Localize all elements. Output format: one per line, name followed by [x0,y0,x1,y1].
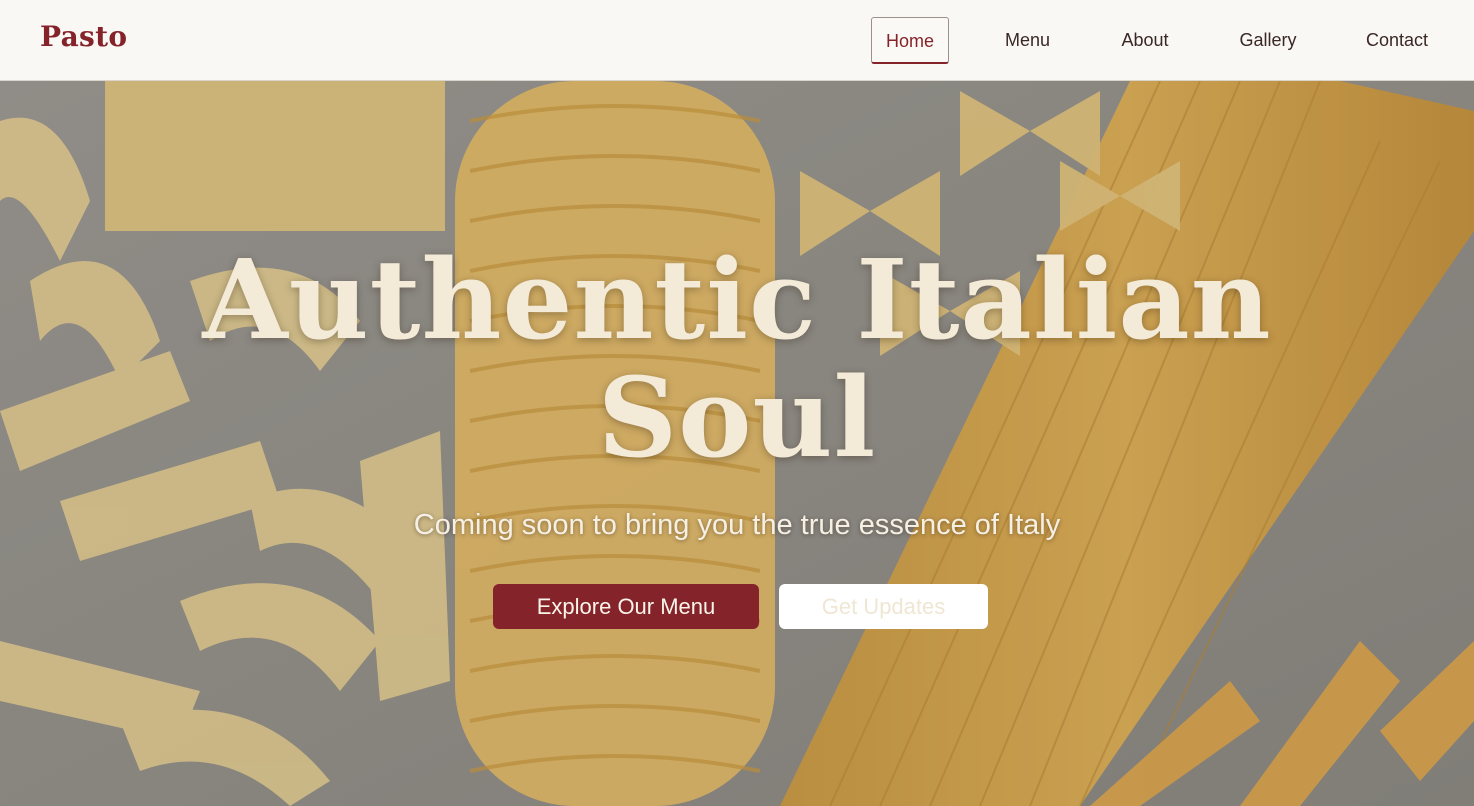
hero-section: Authentic Italian Soul Coming soon to br… [0,81,1474,806]
main-nav: Home Menu About Gallery Contact [0,0,1474,81]
hero-subtitle: Coming soon to bring you the true essenc… [413,509,1061,541]
nav-item-menu[interactable]: Menu [995,17,1060,64]
hero-title: Authentic Italian Soul [0,241,1474,477]
nav-item-gallery[interactable]: Gallery [1230,17,1306,64]
nav-item-home[interactable]: Home [871,17,949,64]
hero-title-line-1: Authentic Italian [202,235,1272,364]
explore-menu-button[interactable]: Explore Our Menu [493,584,759,629]
nav-item-contact[interactable]: Contact [1356,17,1438,64]
hero-title-line-2: Soul [597,353,877,482]
top-navbar: Pasto Home Menu About Gallery Contact [0,0,1474,81]
nav-item-about[interactable]: About [1110,17,1180,64]
get-updates-button[interactable]: Get Updates [779,584,988,629]
